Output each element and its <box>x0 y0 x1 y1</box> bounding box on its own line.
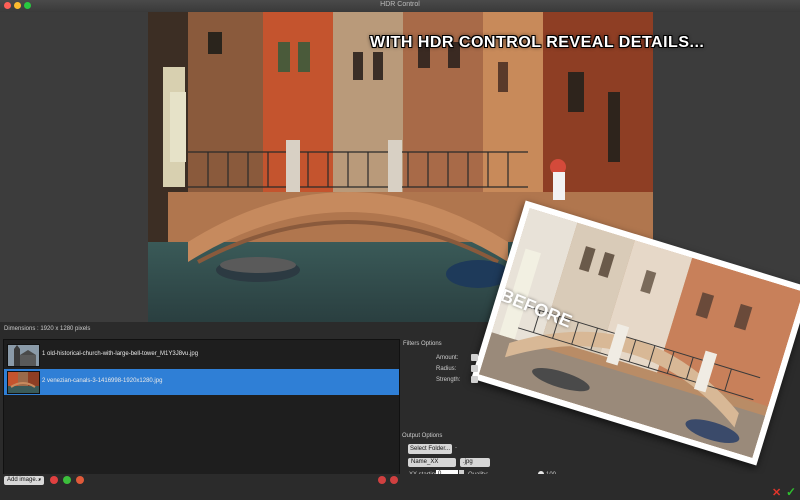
file-name: 2 venezian-canals-3-1416998-1920x1280.jp… <box>42 378 163 384</box>
strength-stepper[interactable] <box>471 376 478 383</box>
list-item[interactable]: 1 old-historical-church-with-large-bell-… <box>4 342 399 368</box>
image-file-list[interactable]: 1 old-historical-church-with-large-bell-… <box>3 339 400 476</box>
bottom-toolbar: Add image... ▾ ✕ ✓ <box>0 474 800 500</box>
strength-label: Strength: <box>436 377 461 383</box>
cancel-icon[interactable]: ✕ <box>772 486 781 499</box>
extension-dropdown[interactable]: .jpg <box>460 458 490 467</box>
file-thumbnail <box>7 344 40 367</box>
checkmark-icon[interactable]: ✓ <box>786 485 796 499</box>
amount-label: Amount: <box>436 355 459 361</box>
list-item[interactable]: 2 venezian-canals-3-1416998-1920x1280.jp… <box>4 369 399 395</box>
promo-headline: WITH HDR CONTROL REVEAL DETAILS... <box>370 34 705 51</box>
window-title: HDR Control <box>380 1 420 8</box>
output-options-title: Output Options <box>402 433 443 439</box>
remove-image-button[interactable] <box>50 476 58 484</box>
select-folder-button[interactable]: Select Folder... <box>408 444 452 454</box>
move-down-button[interactable] <box>390 476 398 484</box>
file-thumbnail <box>7 371 40 394</box>
radius-stepper[interactable] <box>471 365 478 372</box>
name-format-value: Name_XX <box>411 459 439 465</box>
chevron-down-icon: ▾ <box>38 477 41 483</box>
add-image-label: Add image... <box>7 477 41 483</box>
image-dimensions: Dimensions : 1920 x 1280 pixels <box>4 326 91 332</box>
add-image-dropdown[interactable]: Add image... ▾ <box>4 476 44 485</box>
name-format-dropdown[interactable]: Name_XX <box>408 458 456 467</box>
amount-stepper[interactable] <box>471 354 478 361</box>
filters-options-title: Filters Options <box>403 341 442 347</box>
extension-value: .jpg <box>463 459 473 465</box>
clear-list-button[interactable] <box>76 476 84 484</box>
add-image-button[interactable] <box>63 476 71 484</box>
move-up-button[interactable] <box>378 476 386 484</box>
radius-label: Radius: <box>436 366 457 372</box>
folder-path: - <box>455 445 457 451</box>
file-name: 1 old-historical-church-with-large-bell-… <box>42 351 199 357</box>
